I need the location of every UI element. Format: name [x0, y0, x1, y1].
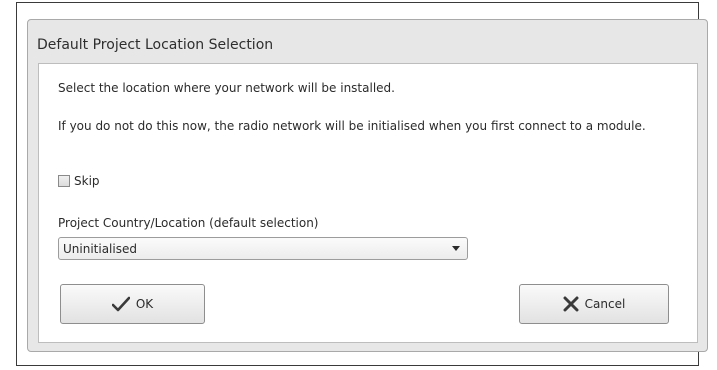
location-select-value: Uninitialised: [63, 242, 137, 256]
x-icon: [563, 296, 579, 312]
instruction-text: Select the location where your network w…: [58, 81, 395, 95]
cancel-button[interactable]: Cancel: [519, 284, 669, 324]
ok-button[interactable]: OK: [60, 284, 205, 324]
location-label: Project Country/Location (default select…: [58, 216, 319, 230]
skip-checkbox-row[interactable]: Skip: [58, 174, 100, 188]
skip-label: Skip: [74, 174, 100, 188]
dialog-content-panel: Select the location where your network w…: [38, 63, 698, 343]
dialog-title: Default Project Location Selection: [37, 37, 274, 53]
dialog-window: Default Project Location Selection Selec…: [27, 19, 708, 352]
skip-checkbox[interactable]: [58, 175, 70, 187]
check-icon: [111, 296, 130, 312]
location-select[interactable]: Uninitialised: [58, 237, 468, 260]
chevron-down-icon: [452, 246, 460, 251]
ok-button-label: OK: [135, 297, 154, 311]
cancel-button-label: Cancel: [584, 297, 626, 311]
info-text: If you do not do this now, the radio net…: [58, 119, 646, 133]
